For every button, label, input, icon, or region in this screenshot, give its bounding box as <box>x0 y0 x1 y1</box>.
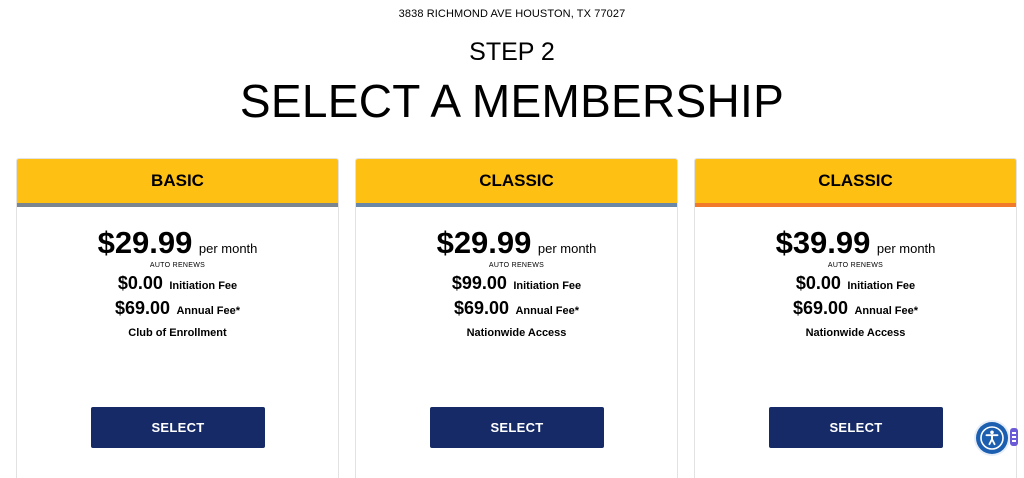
annual-fee-row: $69.00 Annual Fee* <box>17 298 338 319</box>
annual-fee-row: $69.00 Annual Fee* <box>356 298 677 319</box>
annual-fee-label: Annual Fee* <box>854 305 919 317</box>
club-address: 3838 RICHMOND AVE HOUSTON, TX 77027 <box>398 8 626 20</box>
initiation-fee-row: $0.00 Initiation Fee <box>17 273 338 294</box>
annual-fee-label: Annual Fee* <box>515 305 580 317</box>
initiation-fee-row: $0.00 Initiation Fee <box>695 273 1016 294</box>
plan-name: BASIC <box>151 171 204 190</box>
per-month-label: per month <box>876 241 936 256</box>
plan-price: $29.99 <box>97 225 193 260</box>
accessibility-side-tab[interactable] <box>1010 428 1018 446</box>
plan-access-note: Nationwide Access <box>805 327 906 339</box>
plan-price: $29.99 <box>436 225 532 260</box>
price-row: $29.99 per month <box>17 225 338 261</box>
per-month-label: per month <box>537 241 597 256</box>
plan-access-note: Nationwide Access <box>466 327 567 339</box>
plan-stripe <box>695 203 1016 207</box>
membership-card-basic: BASIC $29.99 per month AUTO RENEWS $0.00… <box>16 158 339 478</box>
select-classic-nationwide-button[interactable]: SELECT <box>769 407 943 448</box>
plan-header: BASIC <box>17 159 338 203</box>
per-month-label: per month <box>198 241 258 256</box>
annual-fee-row: $69.00 Annual Fee* <box>695 298 1016 319</box>
page-title: SELECT A MEMBERSHIP <box>239 75 785 127</box>
annual-fee-amount: $69.00 <box>792 298 849 318</box>
initiation-fee-label: Initiation Fee <box>847 280 916 292</box>
auto-renews-label: AUTO RENEWS <box>488 262 545 269</box>
select-classic-button[interactable]: SELECT <box>430 407 604 448</box>
initiation-fee-row: $99.00 Initiation Fee <box>356 273 677 294</box>
plan-stripe <box>356 203 677 207</box>
annual-fee-amount: $69.00 <box>453 298 510 318</box>
annual-fee-label: Annual Fee* <box>176 305 241 317</box>
accessibility-icon <box>980 426 1004 450</box>
membership-card-classic-premium: CLASSIC $39.99 per month AUTO RENEWS $0.… <box>694 158 1017 478</box>
plan-name: CLASSIC <box>818 171 893 190</box>
plan-header: CLASSIC <box>356 159 677 203</box>
accessibility-button[interactable] <box>976 422 1008 454</box>
select-basic-button[interactable]: SELECT <box>91 407 265 448</box>
initiation-fee-amount: $0.00 <box>117 273 163 293</box>
initiation-fee-amount: $0.00 <box>795 273 841 293</box>
price-row: $29.99 per month <box>356 225 677 261</box>
initiation-fee-amount: $99.00 <box>451 273 507 293</box>
initiation-fee-label: Initiation Fee <box>169 280 238 292</box>
auto-renews-label: AUTO RENEWS <box>149 262 206 269</box>
plan-name: CLASSIC <box>479 171 554 190</box>
auto-renews-label: AUTO RENEWS <box>827 262 884 269</box>
step-label: STEP 2 <box>469 38 555 66</box>
plan-price: $39.99 <box>775 225 871 260</box>
plan-access-note: Club of Enrollment <box>128 327 227 339</box>
plan-header: CLASSIC <box>695 159 1016 203</box>
price-row: $39.99 per month <box>695 225 1016 261</box>
annual-fee-amount: $69.00 <box>114 298 171 318</box>
membership-card-classic: CLASSIC $29.99 per month AUTO RENEWS $99… <box>355 158 678 478</box>
plan-stripe <box>17 203 338 207</box>
initiation-fee-label: Initiation Fee <box>513 280 582 292</box>
